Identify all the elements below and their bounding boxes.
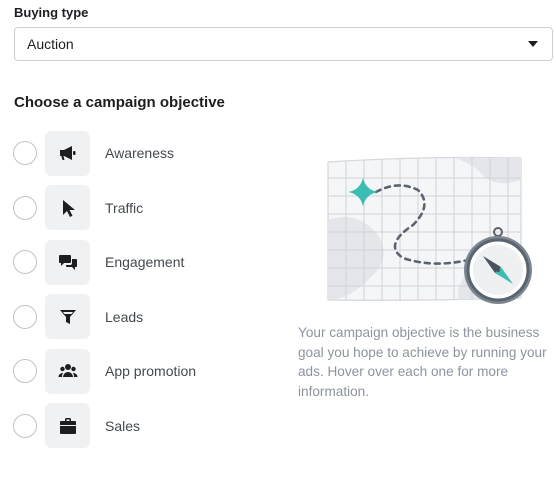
cursor-icon <box>45 185 90 231</box>
objective-awareness-radio[interactable] <box>13 141 37 165</box>
funnel-icon <box>45 294 90 340</box>
objective-traffic-radio[interactable] <box>13 195 37 220</box>
objective-leads[interactable]: Leads <box>13 294 283 340</box>
objective-sales[interactable]: Sales <box>13 403 283 449</box>
objective-awareness[interactable]: Awareness <box>13 130 283 176</box>
objective-app-promotion-label: App promotion <box>105 363 197 380</box>
objective-traffic[interactable]: Traffic <box>13 185 283 231</box>
objective-app-promotion-radio[interactable] <box>13 359 37 384</box>
objective-awareness-label: Awareness <box>105 145 175 161</box>
people-icon <box>45 348 90 394</box>
buying-type-select[interactable]: Auction <box>14 27 553 61</box>
map-compass-illustration <box>318 150 538 316</box>
objective-sales-label: Sales <box>105 417 141 434</box>
objective-leads-label: Leads <box>105 308 144 325</box>
shopping-bag-icon <box>45 403 90 449</box>
megaphone-icon <box>45 130 90 176</box>
chat-bubbles-icon <box>45 239 90 285</box>
objective-engagement-radio[interactable] <box>13 250 37 275</box>
buying-type-label: Buying type <box>14 5 89 20</box>
objective-sales-radio[interactable] <box>13 413 37 438</box>
objective-traffic-label: Traffic <box>105 199 144 216</box>
objective-list: Awareness Traffic Engagement Leads App p… <box>13 130 283 459</box>
objective-engagement-label: Engagement <box>105 254 185 271</box>
objective-section-title: Choose a campaign objective <box>14 94 225 111</box>
caret-down-icon <box>528 41 538 47</box>
buying-type-value: Auction <box>27 36 74 52</box>
objective-engagement[interactable]: Engagement <box>13 239 283 285</box>
objective-description: Your campaign objective is the business … <box>298 325 547 399</box>
objective-app-promotion[interactable]: App promotion <box>13 348 283 394</box>
objective-leads-radio[interactable] <box>13 304 37 329</box>
